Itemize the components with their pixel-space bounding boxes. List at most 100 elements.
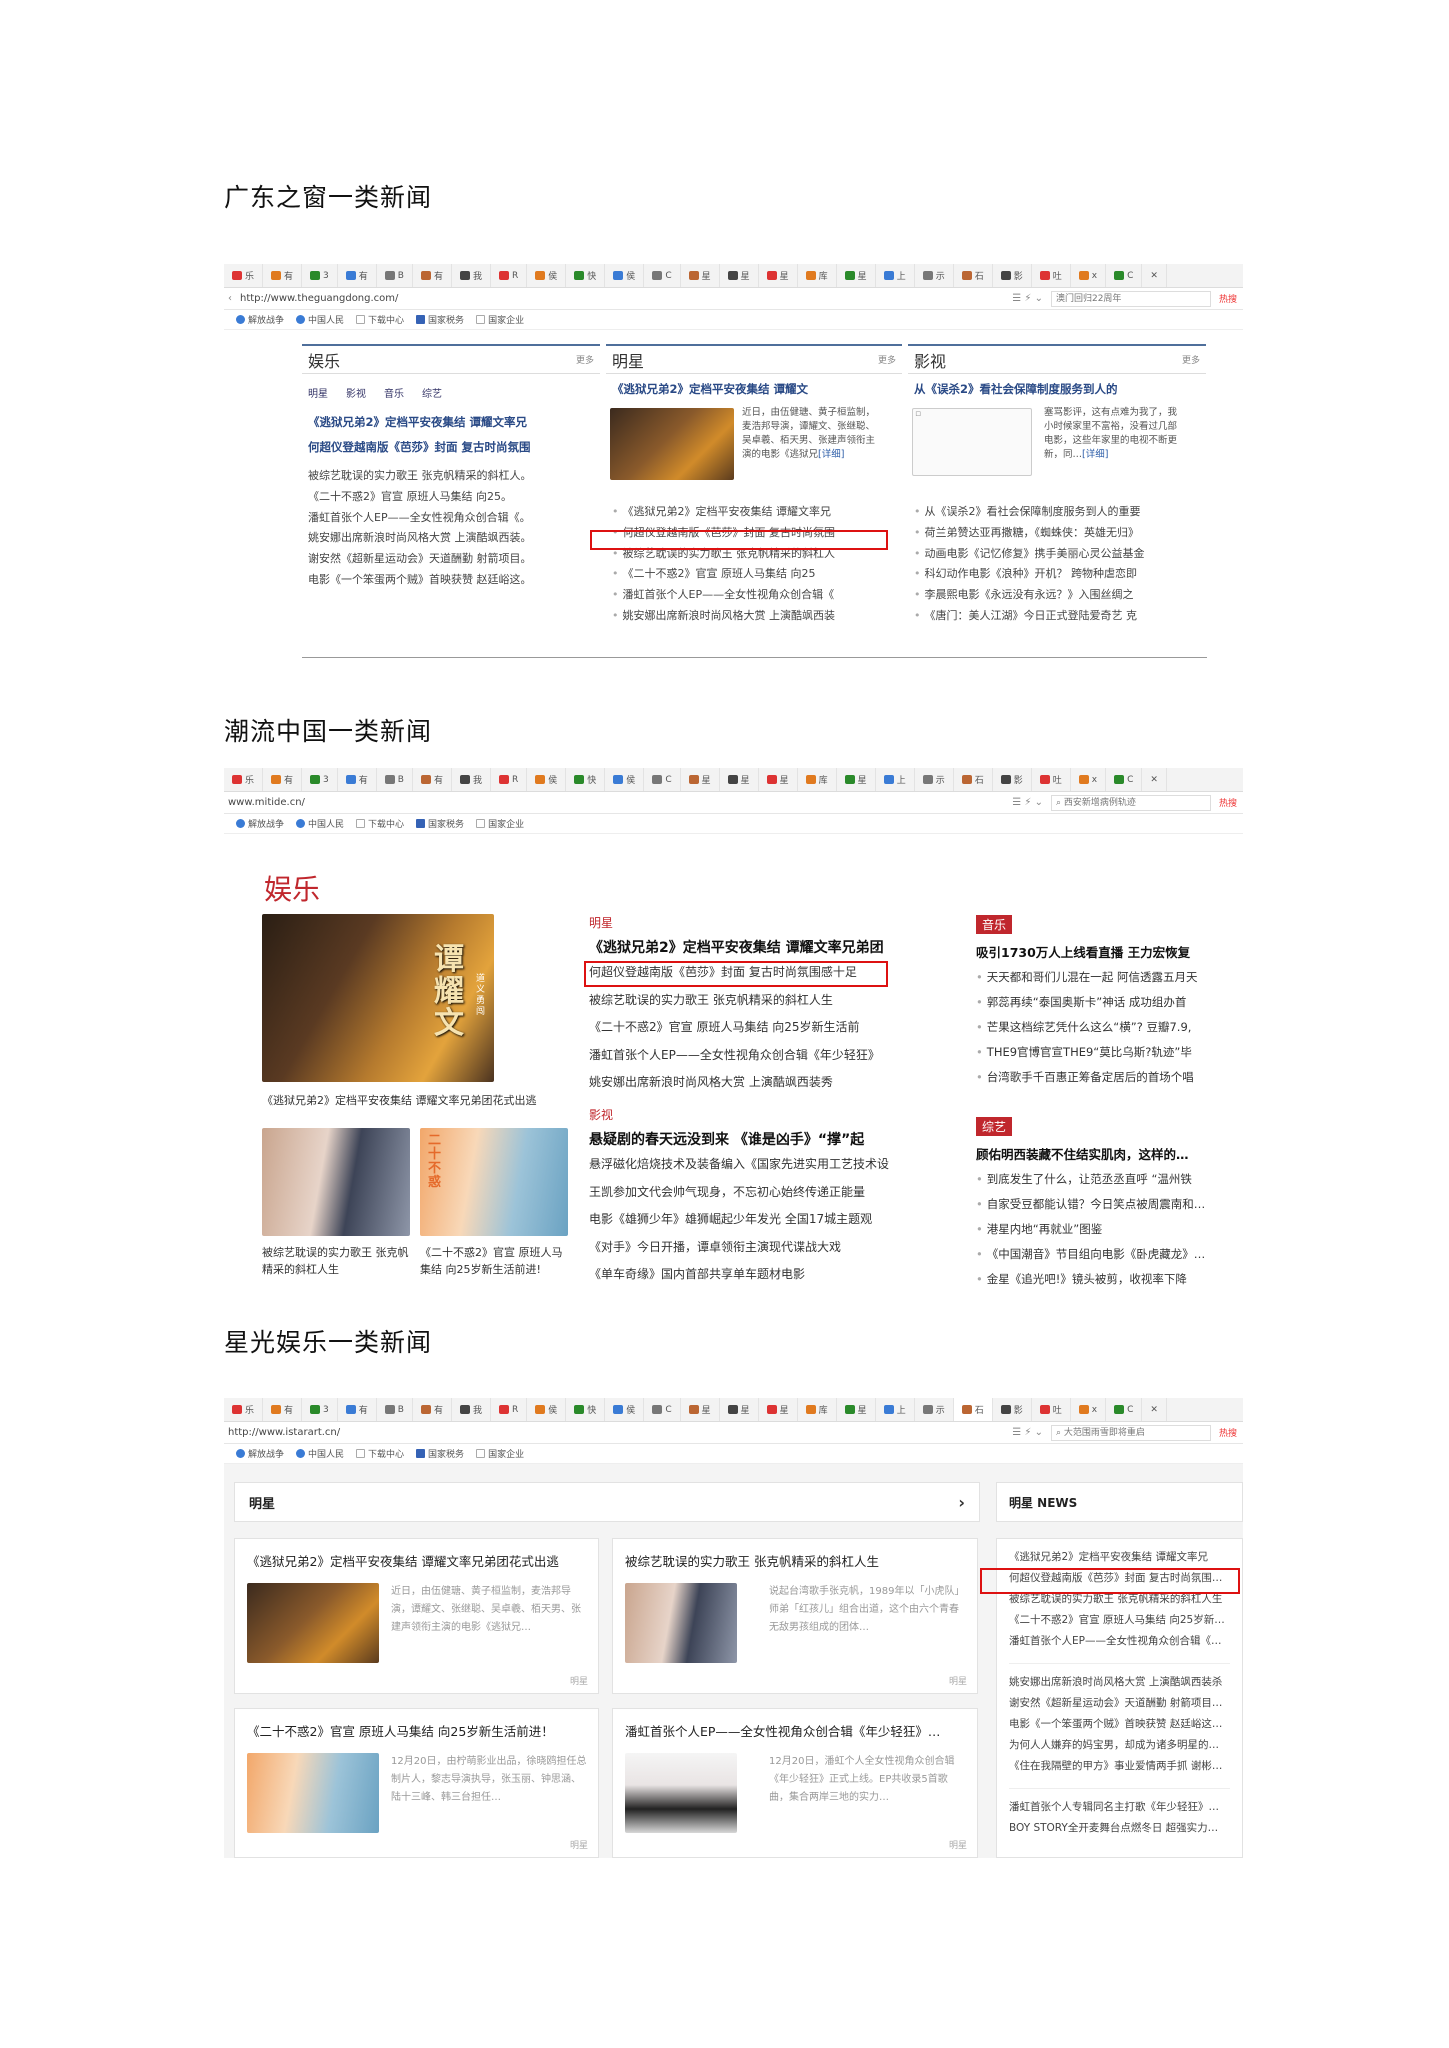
news-link[interactable]: 何超仪登越南版《芭莎》封面 复古时尚氛围… [1009,1568,1230,1589]
news-link[interactable]: • 金星《追光吧!》镜头被剪，收视率下降 [976,1267,1234,1292]
browser-tab[interactable]: 侯 [605,264,645,287]
browser-tab[interactable]: B [377,768,413,791]
browser-tab[interactable]: x [1071,264,1107,287]
news-link[interactable]: • 何超仪登越南版《芭莎》封面 复古时尚氛围 [606,523,902,544]
category-badge[interactable]: 音乐 [976,915,1013,934]
news-link[interactable]: 谢安然《超新星运动会》天道酬勤 射箭项目。 [302,549,600,570]
news-link[interactable]: • 台湾歌手千百惠正筹备定居后的首场个唱 [976,1065,1234,1090]
browser-tab[interactable]: 有 [413,768,452,791]
headline-link[interactable]: 《逃狱兄弟2》定档平安夜集结 谭耀文率兄弟团 [589,937,929,957]
browser-tab[interactable]: 有 [338,264,377,287]
news-link[interactable]: 何超仪登越南版《芭莎》封面 复古时尚氛围感十足 [589,959,929,987]
bookmark-item[interactable]: 下载中心 [356,313,404,326]
browser-tab[interactable]: 星 [720,1398,759,1421]
addr-tools-icon[interactable]: ☰ ⚡ ⌄ [1012,797,1043,808]
browser-tab[interactable]: 星 [681,1398,720,1421]
browser-tab[interactable]: 乐 [224,1398,264,1421]
browser-tab[interactable]: 星 [759,1398,798,1421]
bookmark-item[interactable]: 中国人民 [296,313,344,326]
bookmark-item[interactable]: 中国人民 [296,1447,344,1460]
browser-tab[interactable]: 我 [452,768,491,791]
news-card[interactable]: 潘虹首张个人EP——全女性视角众创合辑《年少轻狂》… 12月20日，潘虹个人全女… [612,1708,978,1858]
browser-tab[interactable]: C [1106,768,1143,791]
bookmark-item[interactable]: 解放战争 [236,817,284,830]
bookmark-item[interactable]: 国家企业 [476,313,524,326]
news-link[interactable]: • 《唐门：美人江湖》今日正式登陆爱奇艺 克 [908,606,1206,627]
card-image[interactable] [247,1753,379,1833]
browser-tab[interactable]: B [377,1398,413,1421]
news-link[interactable]: • 港星内地“再就业”图鉴 [976,1217,1234,1242]
browser-tab[interactable]: 有 [338,1398,377,1421]
browser-tab[interactable]: 星 [720,264,759,287]
headline-link[interactable]: 《逃狱兄弟2》定档平安夜集结 谭耀文率兄 [302,410,600,435]
feature-image[interactable] [610,408,734,480]
news-link[interactable]: • 李晨熙电影《永远没有永远？》入围丝绸之 [908,585,1206,606]
bookmark-item[interactable]: 中国人民 [296,817,344,830]
news-link[interactable]: 《单车奇缘》国内首部共享单车题材电影 [589,1261,929,1289]
browser-tab[interactable]: 有 [263,768,303,791]
browser-tab[interactable]: C [1106,1398,1143,1421]
browser-tab[interactable]: 上 [876,1398,915,1421]
browser-tab[interactable]: 星 [681,768,720,791]
bookmark-item[interactable]: 国家税务 [416,313,464,326]
subnav-item[interactable]: 影视 [346,385,366,400]
news-link[interactable]: 谢安然《超新星运动会》天道酬勤 射箭项目… [1009,1693,1230,1714]
news-link[interactable]: 《逃狱兄弟2》定档平安夜集结 谭耀文率兄 [1009,1547,1230,1568]
browser-tab[interactable]: 星 [837,264,876,287]
browser-tab[interactable]: 乐 [224,264,264,287]
browser-tab[interactable]: 我 [452,1398,491,1421]
thumb-image-singer[interactable] [262,1128,410,1236]
browser-tab[interactable]: 3 [302,1398,338,1421]
news-link[interactable]: 被综艺耽误的实力歌王 张克帆精采的斜杠人生 [1009,1589,1230,1610]
news-card[interactable]: 《逃狱兄弟2》定档平安夜集结 谭耀文率兄弟团花式出逃 近日，由伍健瑭、黄子桓监制… [234,1538,599,1694]
news-link[interactable]: 悬浮磁化焙烧技术及装备编入《国家先进实用工艺技术设 [589,1151,929,1179]
thumb-image-drama[interactable]: 二十不惑 [420,1128,568,1236]
category-badge[interactable]: 综艺 [976,1117,1013,1136]
bookmark-item[interactable]: 下载中心 [356,1447,404,1460]
card-image[interactable] [247,1583,379,1663]
browser-tab[interactable]: 乐 [224,768,264,791]
browser-tab[interactable]: 石 [953,1398,993,1421]
browser-tab[interactable]: 上 [876,264,915,287]
news-link[interactable]: • THE9官博官宣THE9“莫比乌斯?轨迹”毕 [976,1040,1234,1065]
browser-tab[interactable]: 示 [915,768,954,791]
card-tag[interactable]: 明星 [570,1674,588,1687]
browser-tab[interactable]: R [491,768,528,791]
card-title[interactable]: 《逃狱兄弟2》定档平安夜集结 谭耀文率兄弟团花式出逃 [235,1539,598,1582]
browser-tab[interactable]: 吐 [1032,1398,1071,1421]
news-link[interactable]: • 《中国潮音》节目组向电影《卧虎藏龙》… [976,1242,1234,1267]
browser-tab[interactable]: B [377,264,413,287]
news-link[interactable]: 姚安娜出席新浪时尚风格大赏 上演酷飒西装。 [302,528,600,549]
browser-tab[interactable]: 侯 [605,768,645,791]
card-tag[interactable]: 明星 [570,1838,588,1851]
browser-tab[interactable]: 侯 [605,1398,645,1421]
news-link[interactable]: • 被综艺耽误的实力歌王 张克帆精采的斜杠人 [606,544,902,565]
news-link[interactable]: 姚安娜出席新浪时尚风格大赏 上演酷飒西装秀 [589,1069,929,1097]
browser-tab[interactable]: 3 [302,768,338,791]
browser-tab[interactable]: 影 [993,768,1032,791]
browser-tab[interactable]: 影 [993,264,1032,287]
close-icon[interactable]: ✕ [1142,1398,1167,1421]
headline-link[interactable]: 顾佑明西装藏不住结实肌肉，这样的… [976,1144,1234,1163]
browser-tab[interactable]: 侯 [527,1398,567,1421]
card-title[interactable]: 潘虹首张个人EP——全女性视角众创合辑《年少轻狂》… [613,1709,977,1752]
close-icon[interactable]: ✕ [1142,768,1167,791]
more-link[interactable]: 更多 [576,353,594,366]
browser-tab[interactable]: 示 [915,264,954,287]
hot-search-link[interactable]: 热搜 [1219,1426,1243,1439]
browser-tab[interactable]: x [1071,768,1107,791]
browser-tab[interactable]: 有 [263,1398,303,1421]
card-image[interactable] [625,1583,737,1663]
browser-tab[interactable]: 库 [798,264,837,287]
news-link[interactable]: • 动画电影《记忆修复》携手美丽心灵公益基金 [908,544,1206,565]
news-link[interactable]: • 芒果这档综艺凭什么这么“横”? 豆瓣7.9, [976,1015,1234,1040]
card-tag[interactable]: 明星 [949,1674,967,1687]
news-link[interactable]: 《住在我隔壁的甲方》事业爱情两手抓 谢彬… [1009,1756,1230,1777]
news-link[interactable]: • 科幻动作电影《浪种》开机？ 跨物种虐恋即 [908,564,1206,585]
browser-tab[interactable]: 我 [452,264,491,287]
bookmark-item[interactable]: 解放战争 [236,313,284,326]
news-link[interactable]: 潘虹首张个人EP——全女性视角众创合辑《。 [302,508,600,529]
news-link[interactable]: • 《逃狱兄弟2》定档平安夜集结 谭耀文率兄 [606,502,902,523]
thumb-caption[interactable]: 被综艺耽误的实力歌王 张克帆精采的斜杠人生 [262,1244,412,1278]
card-image[interactable] [625,1753,737,1833]
